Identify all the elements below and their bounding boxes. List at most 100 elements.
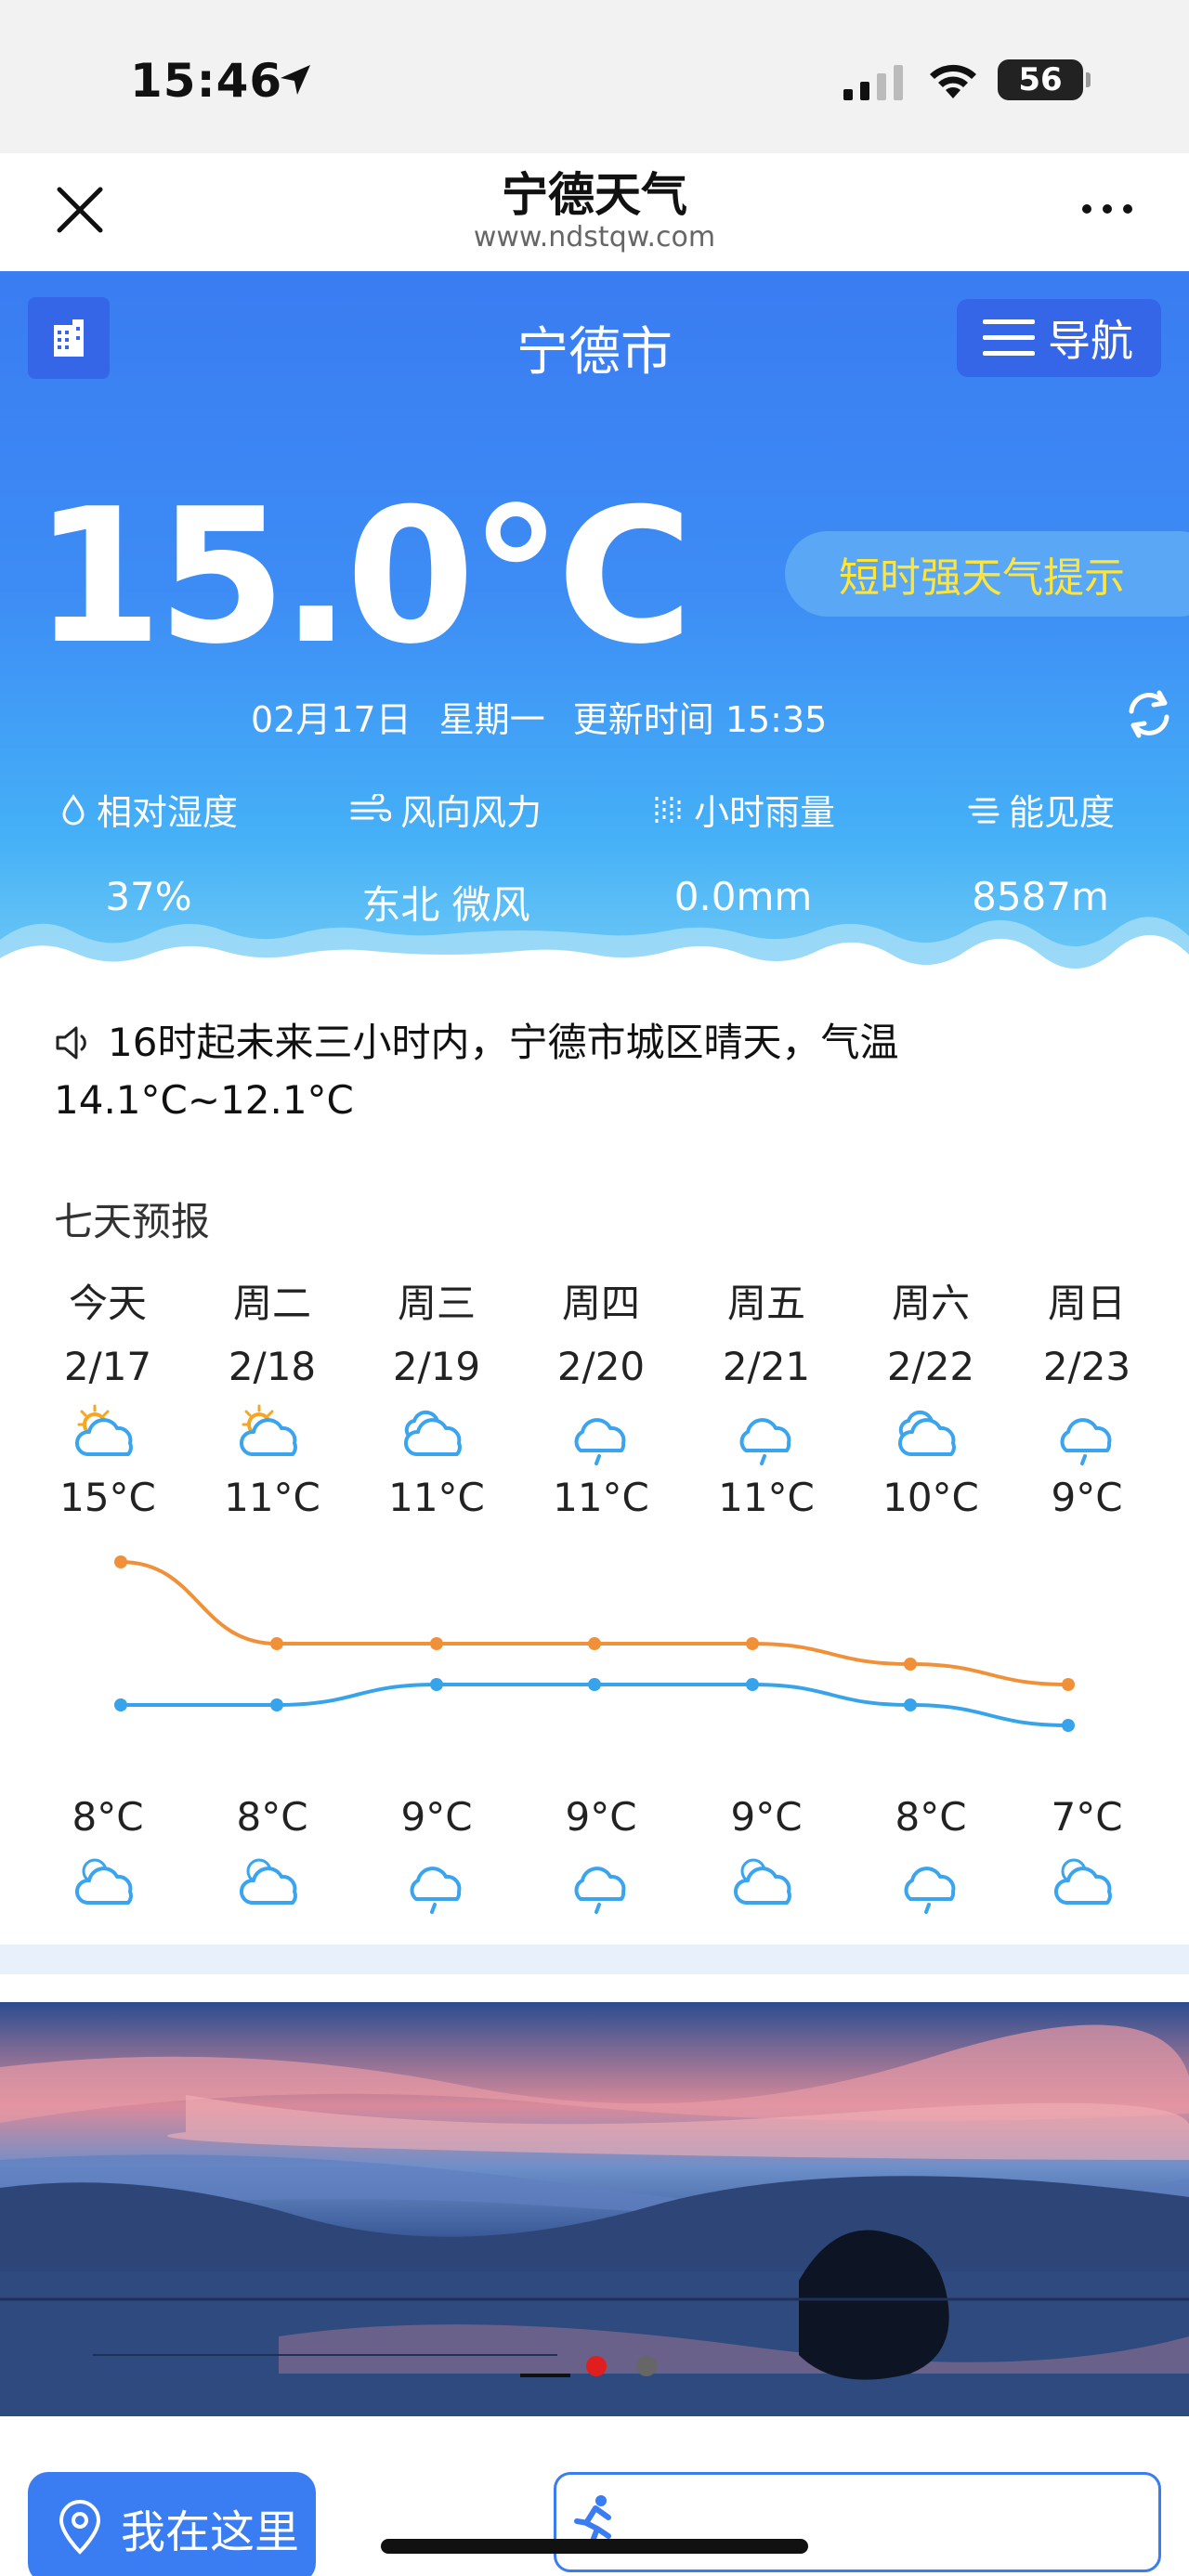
forecast-day[interactable]: 周三 2/19 11°C: [353, 1272, 520, 1520]
day-date: 2/19: [392, 1344, 481, 1389]
moon-cloud-icon: [1054, 1858, 1112, 1905]
day-name: 周四: [561, 1281, 640, 1326]
metric-label: 相对湿度: [96, 792, 238, 833]
locate-me-label: 我在这里: [121, 2506, 300, 2558]
high-temp-point: [588, 1637, 601, 1650]
moon-cloud-icon: [75, 1858, 133, 1905]
moon-cloud-icon: [240, 1858, 297, 1905]
weather-notice: 16时起未来三小时内，宁德市城区晴天，气温14.1°C~12.1°C: [54, 1014, 1150, 1129]
metric-visibility: 能见度 8587m: [892, 784, 1189, 919]
visibility-icon: [968, 798, 1000, 823]
current-temperature: 15.0°C: [33, 469, 693, 685]
high-temp-point: [114, 1555, 127, 1568]
forecast-day[interactable]: 周四 2/20 11°C: [517, 1272, 685, 1520]
high-temp-point: [904, 1658, 917, 1671]
forecast-night: 8°C: [189, 1794, 356, 1916]
rain-cloud-icon: [410, 1867, 462, 1914]
high-temp-line: [120, 1560, 1069, 1686]
day-low-temp: 8°C: [895, 1794, 967, 1840]
date-line: 02月17日 星期一 更新时间 15:35: [251, 691, 855, 742]
low-temp-point: [1062, 1719, 1075, 1732]
day-date: 2/20: [556, 1344, 646, 1389]
wave-decoration: [0, 917, 1189, 977]
cloudy-icon: [404, 1410, 462, 1456]
metric-humidity: 相对湿度 37%: [0, 784, 297, 919]
forecast-night: 9°C: [517, 1794, 685, 1916]
rain-cloud-icon: [574, 1867, 626, 1914]
day-high-temp: 11°C: [224, 1475, 320, 1520]
rain-gauge-icon: [655, 796, 681, 823]
cloudy-icon: [898, 1410, 956, 1456]
forecast-title: 七天预报: [54, 1199, 211, 1244]
low-temp-point: [114, 1698, 127, 1711]
rain-cloud-icon: [904, 1867, 956, 1914]
day-high-temp: 11°C: [553, 1475, 649, 1520]
navigation-label: 导航: [1048, 316, 1133, 366]
day-name: 今天: [68, 1281, 147, 1326]
current-date: 02月17日: [251, 699, 412, 740]
day-high-temp: 15°C: [59, 1475, 156, 1520]
day-date: 2/21: [722, 1344, 811, 1389]
sun-cloud-icon: [75, 1404, 133, 1456]
day-name: 周六: [891, 1281, 970, 1326]
severe-weather-alert-button[interactable]: 短时强天气提示: [785, 531, 1189, 617]
metric-rainfall: 小时雨量 0.0mm: [594, 784, 892, 919]
low-temp-point: [430, 1678, 443, 1691]
day-low-temp: 9°C: [400, 1794, 473, 1840]
carousel-dot[interactable]: [636, 2356, 657, 2376]
wind-icon: [350, 793, 391, 821]
rain-cloud-icon: [739, 1418, 791, 1465]
day-date: 2/18: [228, 1344, 317, 1389]
day-date: 2/17: [63, 1344, 152, 1389]
page-url: www.ndstqw.com: [473, 221, 716, 254]
page-title: 宁德天气: [502, 168, 687, 222]
high-temp-point: [430, 1637, 443, 1650]
humidity-icon: [62, 793, 85, 825]
forecast-night: 9°C: [683, 1794, 850, 1916]
forecast-night: 8°C: [847, 1794, 1014, 1916]
status-bar: 15:46 56: [0, 0, 1189, 153]
day-low-temp: 8°C: [236, 1794, 308, 1840]
day-name: 周五: [726, 1281, 805, 1326]
day-low-temp: 9°C: [565, 1794, 637, 1840]
rain-cloud-icon: [1060, 1418, 1112, 1465]
more-options-icon[interactable]: [1078, 195, 1137, 223]
carousel-dot-active[interactable]: [586, 2356, 607, 2376]
forecast-day[interactable]: 周日 2/23 9°C: [1003, 1272, 1170, 1520]
day-low-temp: 8°C: [72, 1794, 144, 1840]
wifi-icon: [930, 64, 976, 98]
day-high-temp: 11°C: [718, 1475, 815, 1520]
day-date: 2/23: [1042, 1344, 1131, 1389]
forecast-day[interactable]: 周六 2/22 10°C: [847, 1272, 1014, 1520]
day-high-temp: 9°C: [1051, 1475, 1123, 1520]
menu-icon: [983, 319, 1035, 356]
section-divider: [0, 1945, 1189, 1974]
speaker-icon[interactable]: [54, 1024, 97, 1061]
day-name: 周三: [397, 1281, 476, 1326]
low-temp-point: [270, 1698, 283, 1711]
metric-label: 小时雨量: [693, 792, 835, 833]
forecast-day[interactable]: 今天 2/17 15°C: [24, 1272, 191, 1520]
refresh-icon[interactable]: [1122, 687, 1176, 741]
metric-label: 能见度: [1008, 792, 1115, 833]
forecast-day[interactable]: 周五 2/21 11°C: [683, 1272, 850, 1520]
sun-cloud-icon: [240, 1404, 297, 1456]
navigation-button[interactable]: 导航: [957, 299, 1161, 377]
day-low-temp: 7°C: [1051, 1794, 1123, 1840]
update-time: 更新时间 15:35: [572, 699, 828, 740]
home-indicator: [381, 2539, 808, 2554]
exercise-button[interactable]: [554, 2472, 1161, 2572]
weather-hero: 宁德市 导航 15.0°C 短时强天气提示 02月17日 星期一 更新时间 15:3…: [0, 271, 1189, 977]
forecast-day[interactable]: 周二 2/18 11°C: [189, 1272, 356, 1520]
low-temp-point: [746, 1678, 759, 1691]
forecast-night: 7°C: [1003, 1794, 1170, 1916]
forecast-night: 8°C: [24, 1794, 191, 1916]
location-arrow-icon: [281, 65, 310, 95]
temperature-curve-chart: [114, 1555, 1075, 1732]
locate-me-button[interactable]: 我在这里: [28, 2472, 316, 2576]
rain-cloud-icon: [574, 1418, 626, 1465]
clock: 15:46: [130, 54, 283, 108]
day-date: 2/22: [886, 1344, 975, 1389]
day-high-temp: 10°C: [882, 1475, 979, 1520]
battery-indicator: 56: [998, 59, 1091, 100]
